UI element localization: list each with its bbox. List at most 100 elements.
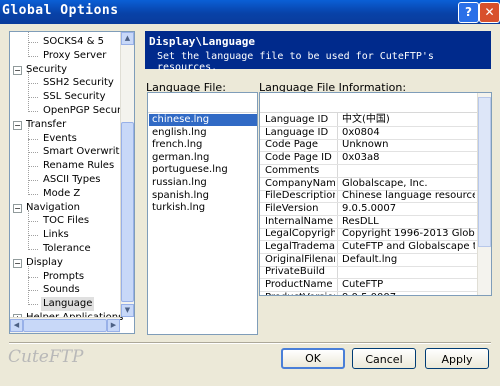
info-value: Globalscape, Inc. [342,177,428,189]
scroll-down-icon[interactable]: ▼ [121,304,134,317]
language-file-item[interactable]: turkish.lng [152,202,205,214]
ok-button[interactable]: OK [281,348,345,369]
apply-button[interactable]: Apply [425,348,489,369]
tree-connector [28,210,29,250]
info-value: 中文(中国) [342,114,390,125]
info-key: FileDescription [265,190,335,202]
info-value: Unknown [342,139,389,151]
tree-item-label: Events [43,132,77,144]
info-value: 9.0.5.0007 [342,202,397,214]
info-scrollbar[interactable] [477,93,491,295]
tree-item-label: Links [43,229,69,241]
info-scroll-thumb[interactable] [478,97,491,247]
info-value: Default.lng [342,253,398,265]
tree-connector [28,290,38,292]
close-icon[interactable]: ✕ [479,2,500,23]
global-options-dialog: Global Options ? ✕ SOCKS4 & 5 Proxy Serve… [0,0,500,386]
tree-item-label: Prompts [43,270,85,282]
language-file-item[interactable]: chinese.lng [149,114,257,126]
tree-item-label: SSL Security [43,91,106,103]
info-row: ProductVersion 9.0.5.0007 [260,291,477,295]
tree-connector [28,42,38,43]
info-value: CuteFTP [342,279,384,291]
cuteftp-brand: CuteFTP [8,347,84,367]
tree-connector [28,97,38,99]
tree-connector [28,221,38,223]
window-title: Global Options [2,3,119,18]
tree-item-label: Security [26,63,68,75]
cancel-button[interactable]: Cancel [352,348,416,369]
scroll-up-icon[interactable]: ▲ [121,32,134,45]
info-value: Chinese language resources in ... [342,190,475,202]
tree-horizontal-scrollbar[interactable]: ◀ ▶ [10,317,120,333]
language-file-item[interactable]: french.lng [152,139,202,151]
tree-connector [28,235,38,237]
tree-item-label: SSH2 Security [43,77,114,89]
info-key: CompanyName [265,177,335,189]
footer-divider [9,342,491,344]
info-key: InternalName [265,215,334,227]
tree-connector [28,111,38,112]
language-file-item[interactable]: german.lng [152,152,209,164]
collapse-icon[interactable]: − [13,65,22,75]
info-value: CuteFTP and Globalscape trad... [342,241,475,252]
info-key: Language ID [265,126,329,138]
tree-scroll-thumb[interactable] [121,122,134,302]
tree-item-label: TOC Files [43,215,90,227]
tree-connector [28,249,38,250]
language-file-item[interactable]: english.lng [152,127,207,139]
tree-item-label: Transfer [26,118,67,130]
tree-item-label: Proxy Server [43,49,107,61]
tree-connector [28,32,29,57]
scroll-right-icon[interactable]: ▶ [107,319,120,332]
info-key: Language ID [265,114,329,125]
language-file-item[interactable]: spanish.lng [152,190,209,202]
title-bar[interactable]: Global Options ? ✕ [0,0,500,24]
language-file-list[interactable]: chinese.lng english.lng french.lng german.l… [147,92,258,335]
tree-item-label: Mode Z [43,187,81,199]
tree-connector [28,83,38,85]
scroll-left-icon[interactable]: ◀ [10,319,23,332]
info-key: FileVersion [265,202,319,214]
collapse-icon[interactable]: − [13,203,22,213]
info-value: ResDLL [342,215,379,227]
language-file-item[interactable]: russian.lng [152,177,207,189]
tree-connector [28,55,38,57]
collapse-icon[interactable]: − [13,120,22,130]
info-key: ProductName [265,279,333,291]
info-value: 0x0804 [342,126,380,138]
tree-content: SOCKS4 & 5 Proxy Server − Security SSH2 Secu… [10,32,134,333]
tree-vertical-scrollbar[interactable]: ▲ ▼ [120,32,134,317]
tree-item-label: Tolerance [43,243,91,254]
options-tree[interactable]: SOCKS4 & 5 Proxy Server − Security SSH2 Secu… [9,31,135,334]
tree-connector [28,72,29,112]
info-value: 9.0.5.0007 [342,291,475,295]
tree-connector [28,166,38,168]
panel-description: Set the language file to be used for Cut… [157,51,434,73]
language-file-item[interactable]: portuguese.lng [152,164,228,176]
tree-connector [28,193,38,195]
help-button[interactable]: ? [458,2,479,23]
tree-item-label: Sounds [43,284,80,296]
file-list-header [148,93,257,113]
tree-item-label: ASCII Types [43,174,101,185]
tree-connector [28,127,29,195]
info-key: ProductVersion [265,291,335,295]
tree-connector [28,138,38,140]
collapse-icon[interactable]: − [13,258,22,268]
info-key: OriginalFilename [265,253,335,265]
tree-connector [28,265,29,305]
tree-item-label: Navigation [26,201,80,213]
tree-item-label: SOCKS4 & 5 [43,36,104,47]
panel-header: Display\Language Set the language file t… [145,31,491,73]
tree-item-label: Language [41,297,95,312]
tree-hscroll-thumb[interactable] [23,319,107,332]
info-key: Comments [265,164,320,176]
info-value: Copyright 1996-2013 Globalsca... [342,228,475,240]
info-value: 0x03a8 [342,152,380,164]
tree-connector [28,304,38,306]
info-grid-header [260,93,491,113]
tree-connector [28,276,38,278]
tree-item-label: Smart Overwrite [43,146,126,158]
tree-connector [28,152,38,154]
